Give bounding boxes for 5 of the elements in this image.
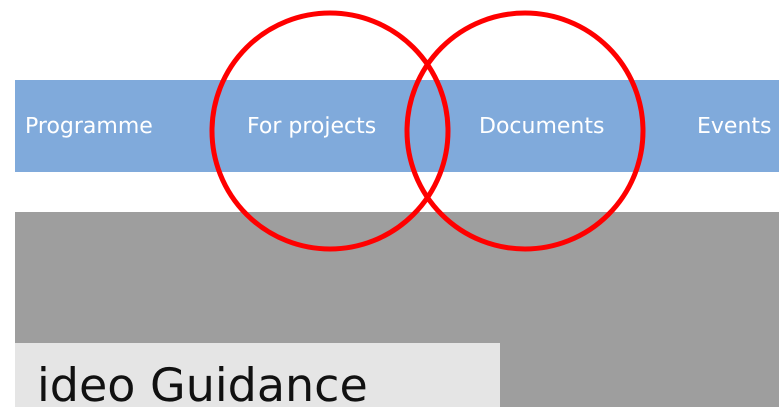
banner-title: ideo Guidance (36, 357, 369, 407)
nav-link[interactable]: Programme (25, 110, 247, 142)
nav-link[interactable]: Documents (479, 110, 697, 142)
nav-link[interactable]: Events (697, 110, 772, 142)
nav-link[interactable]: For projects (247, 110, 479, 142)
